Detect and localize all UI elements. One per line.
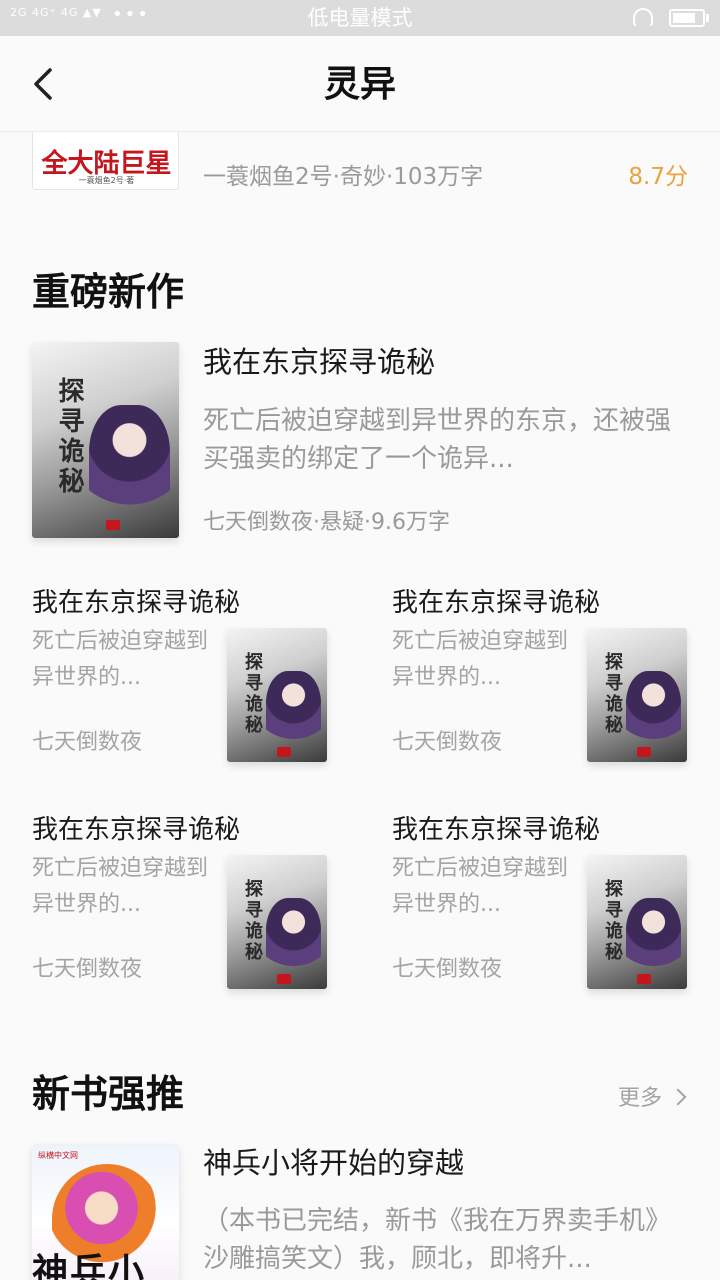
push-book-desc: （本书已完结，新书《我在万界卖手机》沙雕搞笑文）我，顾北，即将升... [203, 1206, 672, 1274]
grid-book-card[interactable]: 我在东京探寻诡秘 死亡后被迫穿越到异世界的... 七天倒数夜 探寻诡秘 [392, 813, 720, 993]
battery-icon [669, 9, 705, 27]
grid-book-desc: 死亡后被迫穿越到异世界的... [32, 629, 209, 690]
cover-illustration [626, 897, 681, 979]
grid-book-desc: 死亡后被迫穿越到异世界的... [32, 856, 209, 917]
category-feed[interactable]: 全大陆巨星 一蓑烟鱼2号·著 一蓑烟鱼2号·奇妙·103万字 8.7分 重磅新作… [0, 132, 720, 1280]
featured-book-cover[interactable]: 探寻诡秘 [32, 342, 179, 538]
section-title-new: 重磅新作 [32, 269, 185, 314]
featured-book-desc: 死亡后被迫穿越到异世界的东京，还被强买强卖的绑定了一个诡异... [203, 406, 672, 474]
book-cover-prev[interactable]: 全大陆巨星 一蓑烟鱼2号·著 [32, 132, 179, 190]
status-bar: 2G 4G⁺ 4G ▲▼ ••• 低电量模式 [0, 0, 720, 36]
cover-seal [637, 746, 651, 757]
chevron-right-icon [669, 1088, 687, 1106]
section-title-push: 新书强推 [32, 1071, 185, 1116]
cover-seal [277, 973, 291, 984]
battery-tip [706, 14, 709, 22]
grid-book-author: 七天倒数夜 [392, 957, 503, 982]
more-label: 更多 [617, 1086, 662, 1111]
cover-illustration [266, 897, 321, 979]
grid-book-cover: 探寻诡秘 [587, 855, 687, 989]
grid-book-author: 七天倒数夜 [392, 730, 503, 755]
grid-book-cover: 探寻诡秘 [587, 628, 687, 762]
publisher-logo: 纵横中文网 [38, 1151, 78, 1160]
cover-illustration [89, 404, 171, 523]
cover-illustration [626, 670, 681, 752]
push-book-cover[interactable]: 纵横中文网 神兵小将 [32, 1144, 179, 1280]
featured-book-meta: 七天倒数夜·悬疑·9.6万字 [203, 510, 450, 535]
book-meta: 一蓑烟鱼2号·奇妙·103万字 [203, 164, 484, 190]
book-score: 8.7分 [628, 164, 688, 190]
nav-bar: 灵异 [0, 36, 720, 132]
more-link[interactable]: 更多 [617, 1084, 687, 1114]
cover-title-text: 神兵小将 [32, 1251, 147, 1280]
cover-illustration [266, 670, 321, 752]
cover-seal [637, 973, 651, 984]
grid-book-title: 我在东京探寻诡秘 [32, 815, 241, 845]
grid-book-title: 我在东京探寻诡秘 [32, 588, 241, 618]
cover-seal [105, 520, 120, 531]
featured-book-title[interactable]: 我在东京探寻诡秘 [203, 343, 435, 381]
grid-book-title: 我在东京探寻诡秘 [392, 588, 601, 618]
grid-book-author: 七天倒数夜 [32, 957, 143, 982]
push-book-title[interactable]: 神兵小将开始的穿越 [203, 1144, 464, 1182]
grid-book-cover: 探寻诡秘 [227, 855, 327, 989]
grid-book-author: 七天倒数夜 [32, 730, 143, 755]
grid-book-desc: 死亡后被迫穿越到异世界的... [392, 629, 569, 690]
page-title: 灵异 [323, 63, 396, 105]
grid-book-cover: 探寻诡秘 [227, 628, 327, 762]
cover-seal [277, 746, 291, 757]
grid-book-card[interactable]: 我在东京探寻诡秘 死亡后被迫穿越到异世界的... 七天倒数夜 探寻诡秘 [392, 586, 720, 766]
grid-book-desc: 死亡后被迫穿越到异世界的... [392, 856, 569, 917]
grid-book-title: 我在东京探寻诡秘 [392, 815, 601, 845]
headset-icon [633, 8, 653, 28]
grid-book-card[interactable]: 我在东京探寻诡秘 死亡后被迫穿越到异世界的... 七天倒数夜 探寻诡秘 [32, 813, 362, 993]
cover-author-text: 一蓑烟鱼2号·著 [78, 176, 135, 185]
low-power-mode-label: 低电量模式 [307, 6, 413, 30]
grid-book-card[interactable]: 我在东京探寻诡秘 死亡后被迫穿越到异世界的... 七天倒数夜 探寻诡秘 [32, 586, 362, 766]
